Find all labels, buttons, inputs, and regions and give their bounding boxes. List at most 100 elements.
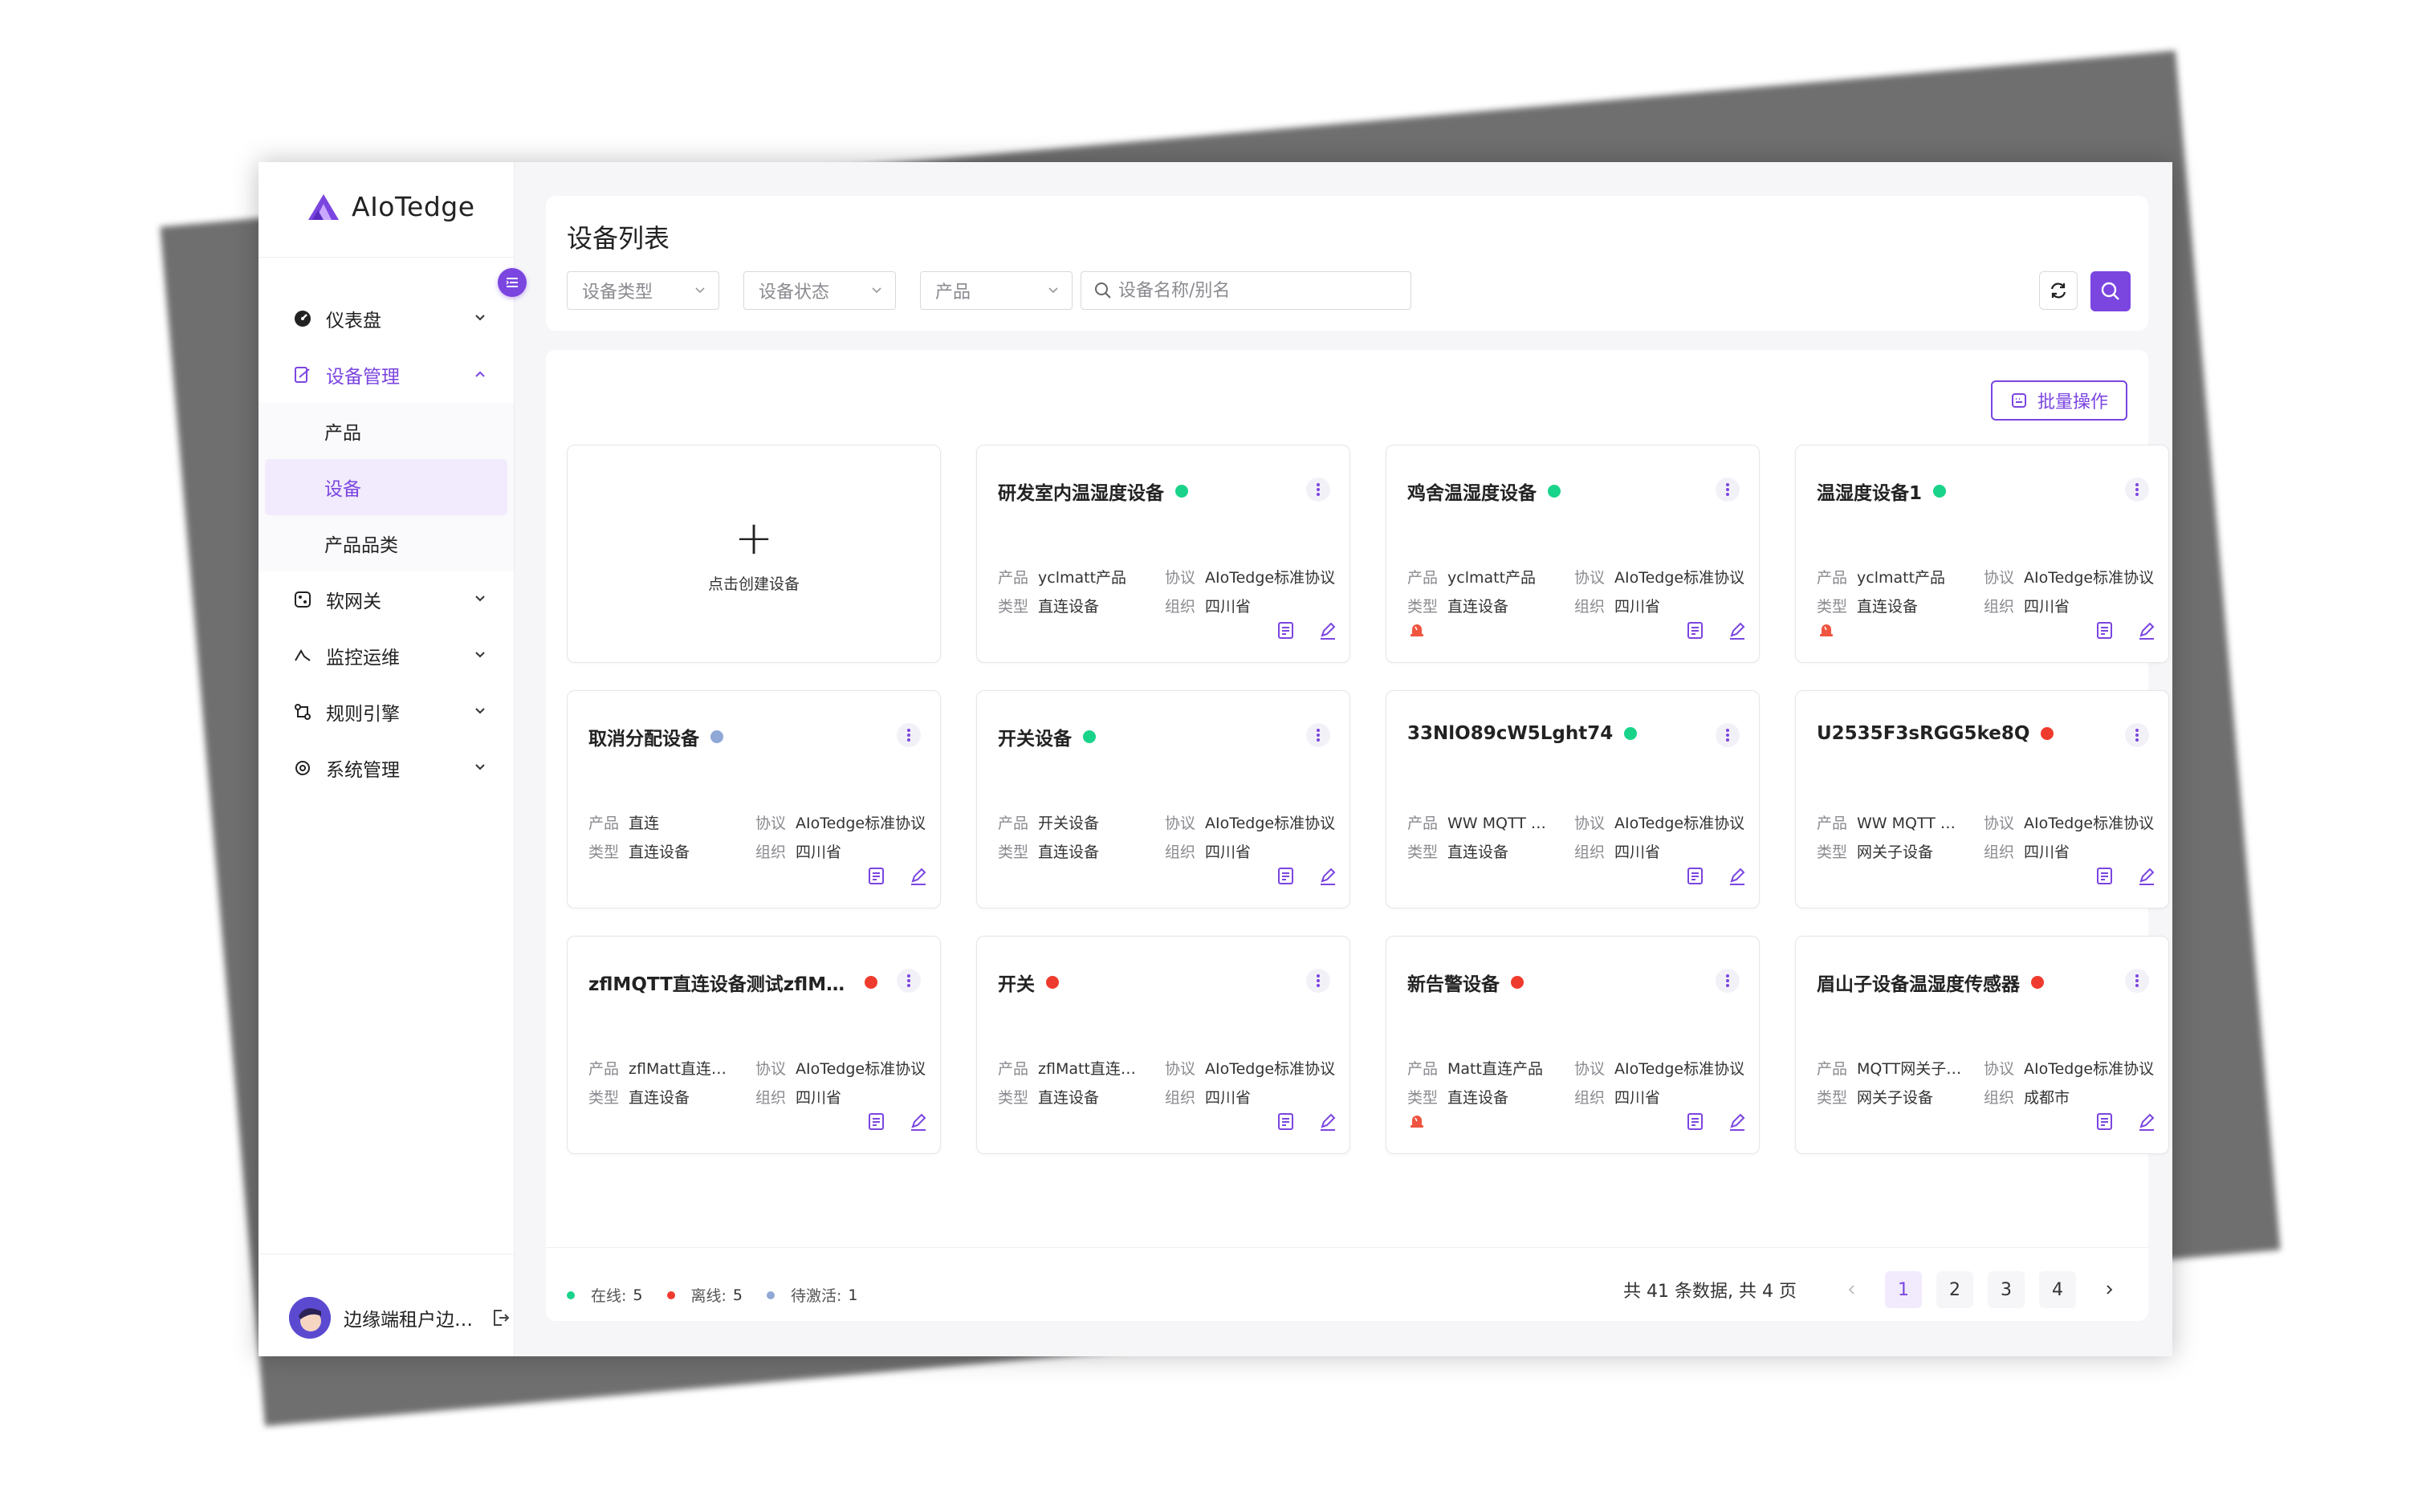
detail-icon[interactable] [2094,866,2115,887]
device-card[interactable]: U2535F3sRGG5ke8Q 产品 WW MQTT 网关… 协议 AIoTedge标… [1795,690,2169,908]
more-menu-button[interactable] [2125,723,2149,747]
page-button-2[interactable]: 2 [1936,1271,1973,1308]
device-card[interactable]: 鸡舍温湿度设备 产品 yclmatt产品 协议 AIoTedge标准协议 类型 直连设备 组织… [1386,445,1760,663]
device-type-select[interactable]: 设备类型 [567,271,719,310]
device-card[interactable]: zflMQTT直连设备测试zflMQT… 产品 zflMatt直连产品 协议 AIoTe… [567,936,941,1154]
more-menu-button[interactable] [2125,969,2149,993]
field-label: 组织 [755,843,787,861]
status-dot [1046,976,1059,989]
device-name: 研发室内温湿度设备 [998,483,1164,504]
status-dot [1933,485,1947,498]
device-card[interactable]: 眉山子设备温湿度传感器 产品 MQTT网关子产品 协议 AIoTedge标准协议 类型 网关… [1795,936,2169,1154]
device-org: 组织 四川省 [1984,595,2070,616]
detail-icon[interactable] [2094,1112,2115,1132]
sidebar-collapse-button[interactable] [498,268,527,297]
field-value: 直连设备 [1447,598,1509,616]
edit-icon[interactable] [1317,620,1338,641]
detail-icon[interactable] [2094,620,2115,641]
logout-icon[interactable] [491,1307,511,1328]
more-menu-button[interactable] [1716,478,1740,502]
chevron-right-icon [2107,1285,2113,1295]
chevron-down-icon [1048,287,1058,294]
field-label: 组织 [1165,598,1196,616]
device-card[interactable]: 开关 产品 zflMatt直连产品 协议 AIoTedge标准协议 类型 直连设备 组织 四川省 [976,936,1350,1154]
field-label: 类型 [998,1089,1029,1107]
detail-icon[interactable] [1685,866,1706,887]
device-name-row: 眉山子设备温湿度传感器 [1817,969,2044,996]
field-label: 产品 [588,815,620,832]
refresh-button[interactable] [2039,271,2078,310]
device-card[interactable]: 温湿度设备1 产品 yclmatt产品 协议 AIoTedge标准协议 类型 直连设备 组织四… [1795,445,2169,663]
edit-icon[interactable] [908,866,929,887]
detail-icon[interactable] [1685,620,1706,641]
search-field[interactable] [1081,271,1411,310]
device-card[interactable]: 33NlO89cW5Lght74 产品 WW MQTT 直连… 协议 AIoTedge标… [1386,690,1760,908]
device-product: 产品 yclmatt产品 [1817,566,1945,587]
detail-icon[interactable] [866,1112,887,1132]
status-dot [1083,730,1096,743]
sidebar-item-dashboard[interactable]: 仪表盘 [258,291,514,347]
page-button-1[interactable]: 1 [1885,1271,1922,1308]
sidebar-subitem-product[interactable]: 产品 [258,403,514,459]
more-menu-button[interactable] [1716,723,1740,747]
more-menu-button[interactable] [1306,969,1330,993]
edit-icon[interactable] [2136,620,2157,641]
edit-icon[interactable] [1317,1112,1338,1132]
batch-operation-button[interactable]: 批量操作 [1990,380,2127,421]
sidebar-subitem-product-category[interactable]: 产品品类 [258,515,514,571]
alarm-bell-icon[interactable] [1407,1112,1427,1131]
edit-icon[interactable] [1317,866,1338,887]
search-input[interactable] [1117,279,1393,302]
search-button[interactable] [2090,271,2131,311]
create-device-card[interactable]: + 点击创建设备 [567,445,941,663]
sidebar-subitem-device[interactable]: 设备 [265,459,507,515]
device-org: 组织 四川省 [1574,840,1660,862]
sidebar-item-device-management[interactable]: 设备管理 [258,347,514,403]
field-value: yclmatt产品 [1857,569,1946,587]
device-type: 类型 网关子设备 [1817,840,1933,862]
device-status-select[interactable]: 设备状态 [743,271,896,310]
device-org: 组织 四川省 [1165,840,1251,862]
edit-icon[interactable] [1727,1112,1748,1132]
more-menu-button[interactable] [897,969,921,993]
field-value: 直连设备 [1038,843,1100,861]
device-name-row: 新告警设备 [1407,969,1524,996]
alarm-bell-icon[interactable] [1817,620,1836,640]
sidebar-item-monitoring[interactable]: 监控运维 [258,628,514,684]
more-menu-button[interactable] [1306,723,1330,747]
edit-icon[interactable] [2136,866,2157,887]
sidebar-item-rule-engine[interactable]: 规则引擎 [258,684,514,740]
device-card[interactable]: 取消分配设备 产品 直连 协议 AIoTedge标准协议 类型 直连设备 组织 四川省 [567,690,941,908]
more-menu-button[interactable] [1306,478,1330,502]
more-menu-button[interactable] [2125,478,2149,502]
edit-icon[interactable] [1727,620,1748,641]
detail-icon[interactable] [1276,620,1297,641]
detail-icon[interactable] [1276,866,1297,887]
user-profile[interactable]: 边缘端租户边… [289,1297,511,1339]
device-card[interactable]: 新告警设备 产品 Matt直连产品 协议 AIoTedge标准协议 类型 直连设备 组织 四川省 [1386,936,1760,1154]
device-name-row: 33NlO89cW5Lght74 [1407,723,1638,744]
device-card[interactable]: 开关设备 产品 开关设备 协议 AIoTedge标准协议 类型 直连设备 组织 四川省 [976,690,1350,908]
detail-icon[interactable] [866,866,887,887]
more-menu-button[interactable] [897,723,921,747]
more-menu-button[interactable] [1716,969,1740,993]
edit-icon[interactable] [908,1112,929,1132]
product-select[interactable]: 产品 [920,271,1073,310]
device-card[interactable]: 研发室内温湿度设备 产品 yclmatt产品 协议 AIoTedge标准协议 类型 直连设备… [976,445,1350,663]
alarm-bell-icon[interactable] [1407,620,1427,640]
more-vertical-icon [1317,974,1320,987]
field-label: 类型 [1407,843,1439,861]
edit-icon[interactable] [2136,1112,2157,1132]
sidebar-item-system-settings[interactable]: 系统管理 [258,740,514,796]
detail-icon[interactable] [1276,1112,1297,1132]
prev-page-button[interactable] [1834,1271,1870,1308]
detail-icon[interactable] [1685,1112,1706,1132]
logo[interactable]: AIoTedge [307,191,475,222]
sidebar-item-soft-gateway[interactable]: 软网关 [258,571,514,628]
page-button-3[interactable]: 3 [1988,1271,2025,1308]
edit-icon[interactable] [1727,866,1748,887]
page-button-4[interactable]: 4 [2039,1271,2076,1308]
next-page-button[interactable] [2090,1271,2127,1308]
batch-icon [2011,393,2026,408]
field-label: 产品 [1407,815,1439,832]
